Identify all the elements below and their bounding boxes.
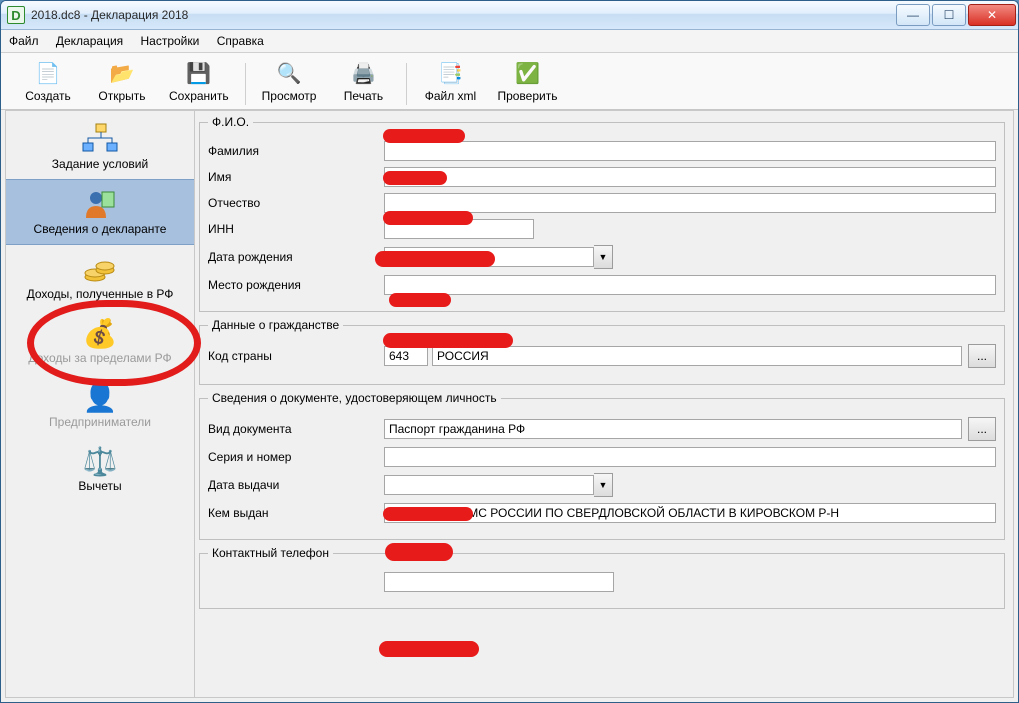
toolbar: 📄Создать 📂Открыть 💾Сохранить 🔍Просмотр 🖨…: [1, 53, 1018, 110]
doctype-input: [384, 419, 962, 439]
sidebar-label: Доходы, полученные в РФ: [27, 287, 174, 301]
save-button[interactable]: 💾Сохранить: [159, 57, 239, 105]
person-icon: [82, 186, 118, 222]
dob-label: Дата рождения: [208, 250, 384, 264]
patronymic-input[interactable]: [384, 193, 996, 213]
preview-button[interactable]: 🔍Просмотр: [252, 57, 327, 105]
sidebar-label: Сведения о декларанте: [34, 222, 167, 236]
pob-label: Место рождения: [208, 278, 384, 292]
serial-input[interactable]: [384, 447, 996, 467]
app-icon: D: [7, 6, 25, 24]
name-input[interactable]: [384, 167, 996, 187]
phone-group: Контактный телефон: [199, 546, 1005, 609]
window-title: 2018.dc8 - Декларация 2018: [31, 8, 188, 22]
open-button[interactable]: 📂Открыть: [85, 57, 159, 105]
toolbar-separator: [245, 63, 246, 105]
businessman-icon: 👤: [83, 379, 118, 415]
citizenship-legend: Данные о гражданстве: [208, 318, 343, 332]
country-browse-button[interactable]: ...: [968, 344, 996, 368]
doctype-browse-button[interactable]: ...: [968, 417, 996, 441]
titlebar: D 2018.dc8 - Декларация 2018 — ☐ ✕: [1, 1, 1018, 30]
surname-input[interactable]: [384, 141, 996, 161]
serial-label: Серия и номер: [208, 450, 384, 464]
sidebar-item-declarant[interactable]: Сведения о декларанте: [6, 179, 194, 245]
document-group: Сведения о документе, удостоверяющем лич…: [199, 391, 1005, 540]
sidebar-item-income-abroad: 💰 Доходы за пределами РФ: [6, 309, 194, 373]
menubar: Файл Декларация Настройки Справка: [1, 30, 1018, 53]
dob-input[interactable]: [384, 247, 594, 267]
document-legend: Сведения о документе, удостоверяющем лич…: [208, 391, 501, 405]
fio-group: Ф.И.О. Фамилия Имя Отчество ИНН Дата рож…: [199, 115, 1005, 312]
menu-file[interactable]: Файл: [9, 34, 39, 48]
minimize-button[interactable]: —: [896, 4, 930, 26]
redaction-mark: [379, 641, 479, 657]
country-name-input: [432, 346, 962, 366]
doctype-label: Вид документа: [208, 422, 384, 436]
pob-input[interactable]: [384, 275, 996, 295]
create-button[interactable]: 📄Создать: [11, 57, 85, 105]
coins-icon: [83, 251, 117, 287]
save-disk-icon: 💾: [185, 59, 213, 87]
inn-label: ИНН: [208, 222, 384, 236]
dob-dropdown-button[interactable]: ▼: [594, 245, 613, 269]
sidebar-label: Вычеты: [78, 479, 121, 493]
country-code-input: [384, 346, 428, 366]
sidebar-item-conditions[interactable]: Задание условий: [6, 115, 194, 179]
check-button[interactable]: ✅Проверить: [487, 57, 567, 105]
printer-icon: 🖨️: [349, 59, 377, 87]
fio-legend: Ф.И.О.: [208, 115, 253, 129]
sidebar: Задание условий Сведения о декларанте До…: [6, 111, 195, 697]
phone-legend: Контактный телефон: [208, 546, 333, 560]
toolbar-separator: [406, 63, 407, 105]
check-icon: ✅: [513, 59, 541, 87]
tree-icon: [80, 121, 120, 157]
phone-input[interactable]: [384, 572, 614, 592]
open-folder-icon: 📂: [108, 59, 136, 87]
preview-icon: 🔍: [275, 59, 303, 87]
form-area: Ф.И.О. Фамилия Имя Отчество ИНН Дата рож…: [195, 111, 1013, 697]
sidebar-label: Предприниматели: [49, 415, 151, 429]
maximize-button[interactable]: ☐: [932, 4, 966, 26]
inn-input[interactable]: [384, 219, 534, 239]
sidebar-item-deductions[interactable]: ⚖️ Вычеты: [6, 437, 194, 501]
close-button[interactable]: ✕: [968, 4, 1016, 26]
scale-icon: ⚖️: [83, 443, 118, 479]
patronymic-label: Отчество: [208, 196, 384, 210]
country-code-label: Код страны: [208, 349, 384, 363]
issued-by-label: Кем выдан: [208, 506, 384, 520]
issue-date-dropdown-button[interactable]: ▼: [594, 473, 613, 497]
sidebar-label: Доходы за пределами РФ: [28, 351, 171, 365]
menu-settings[interactable]: Настройки: [141, 34, 200, 48]
sidebar-item-entrepreneurs: 👤 Предприниматели: [6, 373, 194, 437]
sidebar-label: Задание условий: [52, 157, 148, 171]
surname-label: Фамилия: [208, 144, 384, 158]
name-label: Имя: [208, 170, 384, 184]
issue-date-label: Дата выдачи: [208, 478, 384, 492]
menu-declaration[interactable]: Декларация: [56, 34, 123, 48]
citizenship-group: Данные о гражданстве Код страны ...: [199, 318, 1005, 385]
money-bag-icon: 💰: [83, 315, 118, 351]
print-button[interactable]: 🖨️Печать: [326, 57, 400, 105]
sidebar-item-income-rf[interactable]: Доходы, полученные в РФ: [6, 245, 194, 309]
xml-file-icon: 📑: [436, 59, 464, 87]
new-file-icon: 📄: [34, 59, 62, 87]
issued-by-input[interactable]: [384, 503, 996, 523]
xml-button[interactable]: 📑Файл xml: [413, 57, 487, 105]
issue-date-input[interactable]: [384, 475, 594, 495]
menu-help[interactable]: Справка: [217, 34, 264, 48]
